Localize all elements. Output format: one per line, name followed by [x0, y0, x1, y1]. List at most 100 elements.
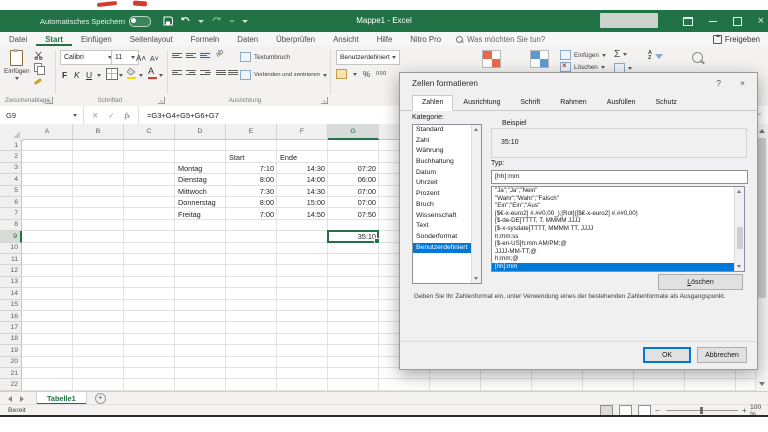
scroll-down-icon[interactable] — [737, 265, 741, 268]
grid-cell[interactable] — [328, 322, 379, 333]
orientation-icon[interactable]: ab — [215, 48, 225, 58]
row-header[interactable]: 3 — [0, 163, 22, 174]
grid-cell[interactable] — [277, 300, 328, 311]
align-center-icon[interactable] — [186, 68, 197, 77]
format-item[interactable]: [$-de-DE]TTTT, T. MMMM JJJJ — [492, 217, 744, 225]
alignment-dialog-launcher-icon[interactable] — [321, 97, 328, 104]
format-item[interactable]: JJJJ-MM-TT;@ — [492, 248, 744, 256]
grid-cell[interactable] — [328, 334, 379, 345]
grid-cell[interactable] — [124, 197, 175, 208]
grid-cell[interactable] — [175, 288, 226, 299]
borders-button[interactable] — [106, 68, 118, 82]
row-header[interactable]: 15 — [0, 300, 22, 311]
grid-cell[interactable] — [328, 277, 379, 288]
grid-cell[interactable] — [22, 174, 73, 185]
tellme-search[interactable]: Was möchten Sie tun? — [456, 35, 545, 44]
grid-cell[interactable] — [328, 379, 379, 390]
grid-cell[interactable] — [124, 311, 175, 322]
dialog-tab[interactable]: Schrift — [510, 95, 550, 111]
merge-center-button[interactable]: Verbinden und zentrieren — [240, 70, 327, 80]
ribbon-tab[interactable]: Start — [36, 32, 72, 46]
grid-cell[interactable] — [328, 254, 379, 265]
grid-cell[interactable] — [22, 208, 73, 219]
grid-cell[interactable] — [73, 288, 124, 299]
column-header[interactable]: C — [124, 124, 175, 140]
dialog-tab[interactable]: Ausfüllen — [597, 95, 646, 111]
row-header[interactable]: 9 — [0, 231, 22, 242]
category-scrollbar[interactable] — [471, 125, 481, 283]
grid-cell[interactable] — [124, 151, 175, 162]
grid-cell[interactable] — [226, 334, 277, 345]
grid-cell[interactable] — [226, 368, 277, 379]
grid-cell[interactable] — [73, 140, 124, 151]
redo-icon[interactable] — [211, 16, 222, 26]
dialog-help-icon[interactable]: ? — [716, 78, 721, 88]
grid-cell[interactable] — [277, 277, 328, 288]
row-header[interactable]: 18 — [0, 334, 22, 345]
grid-cell[interactable] — [328, 140, 379, 151]
customize-qat-icon[interactable] — [242, 20, 248, 23]
row-header[interactable]: 22 — [0, 379, 22, 390]
format-listbox[interactable]: "Ja";"Ja";"Nein""Wahr";"Wahr";"Falsch""E… — [491, 186, 745, 272]
insert-cells-button[interactable]: Einfügen — [560, 50, 606, 60]
grid-cell[interactable] — [73, 357, 124, 368]
grid-cell[interactable] — [22, 288, 73, 299]
save-icon[interactable] — [163, 16, 173, 26]
format-item[interactable]: "Ja";"Ja";"Nein" — [492, 187, 744, 195]
accounting-format-icon[interactable] — [336, 69, 347, 79]
grid-cell[interactable] — [124, 208, 175, 219]
insert-function-icon[interactable]: fx — [125, 111, 130, 120]
grid-cell[interactable] — [22, 345, 73, 356]
grid-cell[interactable] — [226, 357, 277, 368]
row-header[interactable]: 10 — [0, 243, 22, 254]
grid-cell[interactable] — [73, 265, 124, 276]
grid-cell[interactable] — [226, 345, 277, 356]
find-select-button[interactable] — [692, 52, 703, 65]
grid-cell[interactable] — [73, 345, 124, 356]
grid-cell[interactable] — [175, 368, 226, 379]
row-header[interactable]: 21 — [0, 368, 22, 379]
grid-cell[interactable] — [73, 322, 124, 333]
grid-cell[interactable] — [73, 243, 124, 254]
grid-cell[interactable] — [379, 379, 430, 390]
scroll-up-icon[interactable] — [737, 190, 741, 193]
column-header[interactable]: E — [226, 124, 277, 140]
font-size-combo[interactable]: 11 — [111, 50, 139, 65]
grid-cell[interactable] — [124, 300, 175, 311]
grid-cell[interactable] — [328, 368, 379, 379]
grid-cell[interactable] — [22, 243, 73, 254]
grid-cell[interactable] — [277, 243, 328, 254]
ribbon-tab[interactable]: Ansicht — [324, 32, 368, 46]
grid-cell[interactable] — [277, 334, 328, 345]
zoom-out-icon[interactable]: − — [655, 406, 660, 415]
align-top-icon[interactable] — [172, 51, 183, 60]
zoom-in-icon[interactable]: + — [742, 406, 747, 415]
grid-cell[interactable] — [583, 379, 634, 390]
grid-cell[interactable] — [73, 311, 124, 322]
dialog-tab[interactable]: Zahlen — [412, 95, 453, 111]
grid-cell[interactable] — [73, 186, 124, 197]
zoom-slider-thumb[interactable] — [700, 407, 703, 414]
grid-cell[interactable] — [22, 186, 73, 197]
copy-button[interactable] — [34, 63, 46, 72]
grid-cell[interactable] — [277, 311, 328, 322]
grid-cell[interactable] — [175, 151, 226, 162]
format-item[interactable]: h:mm;@ — [492, 255, 744, 263]
grid-cell[interactable] — [73, 208, 124, 219]
cell-value[interactable]: 8:00 — [226, 197, 277, 208]
percent-style-button[interactable]: % — [363, 70, 370, 79]
grid-cell[interactable] — [124, 140, 175, 151]
cancel-button[interactable]: Abbrechen — [697, 347, 747, 363]
grid-cell[interactable] — [175, 300, 226, 311]
grid-cell[interactable] — [175, 322, 226, 333]
grid-cell[interactable] — [124, 231, 175, 242]
grid-cell[interactable] — [124, 357, 175, 368]
grid-cell[interactable] — [124, 265, 175, 276]
fill-color-button[interactable] — [127, 68, 137, 78]
grid-cell[interactable] — [124, 322, 175, 333]
cell-value[interactable]: 7:00 — [226, 208, 277, 219]
font-dialog-launcher-icon[interactable] — [158, 97, 165, 104]
fill-color-dropdown-icon[interactable] — [139, 74, 143, 77]
grid-cell[interactable] — [430, 379, 481, 390]
grid-cell[interactable] — [175, 220, 226, 231]
